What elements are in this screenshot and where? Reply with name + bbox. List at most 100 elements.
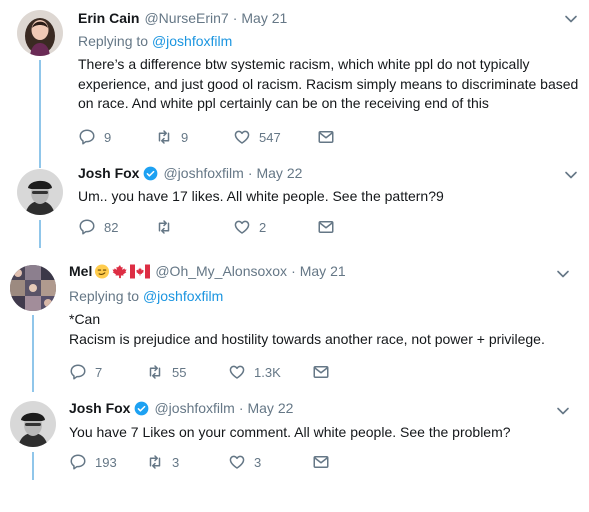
tweet-actions: 9 9 547 bbox=[78, 128, 343, 146]
thread-line bbox=[39, 160, 41, 168]
verified-icon bbox=[143, 166, 158, 181]
separator-dot: · bbox=[291, 263, 296, 279]
replying-to-label: Replying to bbox=[78, 33, 152, 49]
thread-line bbox=[32, 452, 34, 480]
retweet-count: 9 bbox=[181, 129, 189, 145]
maple-leaf-icon bbox=[112, 264, 127, 278]
thread-line bbox=[32, 315, 34, 392]
message-button[interactable] bbox=[317, 128, 343, 146]
reply-button[interactable]: 193 bbox=[69, 453, 146, 471]
reply-icon bbox=[69, 453, 87, 471]
replying-to: Replying to @joshfoxfilm bbox=[69, 288, 223, 304]
tweet-text-line: You have 7 Likes on your comment. All wh… bbox=[69, 424, 511, 440]
retweet-button[interactable] bbox=[155, 218, 233, 236]
tweet-date[interactable]: May 21 bbox=[300, 263, 346, 279]
tweet-josh-fox[interactable]: Josh Fox @joshfoxfilm · May 22 Um.. you … bbox=[0, 160, 589, 250]
replying-to-link[interactable]: @joshfoxfilm bbox=[143, 288, 223, 304]
replying-to-link[interactable]: @joshfoxfilm bbox=[152, 33, 232, 49]
retweet-count: 55 bbox=[172, 364, 187, 380]
user-handle[interactable]: @NurseErin7 bbox=[144, 10, 228, 26]
chevron-down-icon[interactable] bbox=[564, 12, 578, 26]
user-handle[interactable]: @joshfoxfilm bbox=[154, 400, 234, 416]
tweet-josh-fox-reply[interactable]: Josh Fox @joshfoxfilm · May 22 You have … bbox=[0, 392, 589, 512]
like-button[interactable]: 547 bbox=[233, 128, 317, 146]
message-button[interactable] bbox=[312, 453, 338, 471]
retweet-button[interactable]: 55 bbox=[146, 363, 228, 381]
avatar[interactable] bbox=[17, 10, 63, 56]
avatar[interactable] bbox=[17, 169, 63, 215]
tweet-mel[interactable]: Mel @Oh_My_Alonsoxox · May 21 Replying t… bbox=[0, 255, 589, 392]
smirk-emoji-icon bbox=[95, 263, 110, 279]
reply-count: 7 bbox=[95, 364, 103, 380]
tweet-text-line: on race. And white ppl certainly can be … bbox=[78, 95, 489, 111]
reply-icon bbox=[78, 128, 96, 146]
retweet-icon bbox=[146, 453, 164, 471]
tweet-header: Josh Fox @joshfoxfilm · May 22 bbox=[78, 165, 302, 181]
message-button[interactable] bbox=[312, 363, 338, 381]
reply-icon bbox=[69, 363, 87, 381]
retweet-button[interactable]: 9 bbox=[155, 128, 233, 146]
tweet-text: You have 7 Likes on your comment. All wh… bbox=[69, 423, 511, 443]
like-count: 3 bbox=[254, 454, 262, 470]
separator-dot: · bbox=[232, 10, 238, 26]
user-handle[interactable]: @Oh_My_Alonsoxox bbox=[155, 263, 287, 279]
tweet-text-line: There’s a difference btw systemic racism… bbox=[78, 56, 530, 72]
tweet-text: There’s a difference btw systemic racism… bbox=[78, 55, 578, 114]
like-button[interactable]: 2 bbox=[233, 218, 317, 236]
display-name[interactable]: Mel bbox=[69, 263, 92, 279]
replying-to: Replying to @joshfoxfilm bbox=[78, 33, 232, 49]
verified-icon bbox=[134, 401, 149, 416]
tweet-header: Erin Cain @NurseErin7 · May 21 bbox=[78, 10, 287, 26]
reply-icon bbox=[78, 218, 96, 236]
reply-button[interactable]: 9 bbox=[78, 128, 155, 146]
tweet-text-line: *Can bbox=[69, 311, 101, 327]
canada-flag-icon bbox=[130, 264, 151, 278]
like-button[interactable]: 3 bbox=[228, 453, 312, 471]
like-count: 547 bbox=[259, 129, 281, 145]
avatar[interactable] bbox=[10, 265, 56, 311]
reply-count: 9 bbox=[104, 129, 112, 145]
retweet-button[interactable]: 3 bbox=[146, 453, 228, 471]
retweet-icon bbox=[155, 218, 173, 236]
chevron-down-icon[interactable] bbox=[564, 168, 578, 182]
like-icon bbox=[228, 453, 246, 471]
display-name[interactable]: Josh Fox bbox=[78, 165, 139, 181]
tweet-text: Um.. you have 17 likes. All white people… bbox=[78, 187, 444, 207]
display-name[interactable]: Josh Fox bbox=[69, 400, 130, 416]
like-icon bbox=[233, 128, 251, 146]
reply-button[interactable]: 82 bbox=[78, 218, 155, 236]
reply-count: 82 bbox=[104, 219, 119, 235]
thread-line bbox=[39, 220, 41, 248]
reply-count: 193 bbox=[95, 454, 117, 470]
tweet-actions: 193 3 3 bbox=[69, 453, 338, 471]
message-button[interactable] bbox=[317, 218, 343, 236]
avatar[interactable] bbox=[10, 401, 56, 447]
tweet-text-line: experience, and just good ol racism. Rac… bbox=[78, 75, 579, 92]
tweet-header: Mel @Oh_My_Alonsoxox · May 21 bbox=[69, 263, 346, 279]
tweet-erin-cain[interactable]: Erin Cain @NurseErin7 · May 21 Replying … bbox=[0, 0, 589, 160]
retweet-icon bbox=[146, 363, 164, 381]
chevron-down-icon[interactable] bbox=[556, 267, 570, 281]
tweet-date[interactable]: May 21 bbox=[241, 10, 287, 26]
tweet-date[interactable]: May 22 bbox=[247, 400, 293, 416]
user-handle[interactable]: @joshfoxfilm bbox=[163, 165, 243, 181]
separator-dot: · bbox=[247, 165, 253, 181]
message-icon bbox=[317, 218, 335, 236]
tweet-text-line: Racism is prejudice and hostility toward… bbox=[69, 330, 545, 347]
tweet-actions: 7 55 1.3K bbox=[69, 363, 338, 381]
chevron-down-icon[interactable] bbox=[556, 404, 570, 418]
like-count: 2 bbox=[259, 219, 267, 235]
tweet-header: Josh Fox @joshfoxfilm · May 22 bbox=[69, 400, 293, 416]
message-icon bbox=[317, 128, 335, 146]
tweet-date[interactable]: May 22 bbox=[256, 165, 302, 181]
like-button[interactable]: 1.3K bbox=[228, 363, 312, 381]
reply-button[interactable]: 7 bbox=[69, 363, 146, 381]
tweet-text-line: Um.. you have 17 likes. All white people… bbox=[78, 188, 444, 204]
tweet-text: *Can Racism is prejudice and hostility t… bbox=[69, 310, 545, 349]
like-icon bbox=[233, 218, 251, 236]
thread-line bbox=[39, 60, 41, 160]
display-name[interactable]: Erin Cain bbox=[78, 10, 139, 26]
retweet-icon bbox=[155, 128, 173, 146]
like-icon bbox=[228, 363, 246, 381]
replying-to-label: Replying to bbox=[69, 288, 143, 304]
